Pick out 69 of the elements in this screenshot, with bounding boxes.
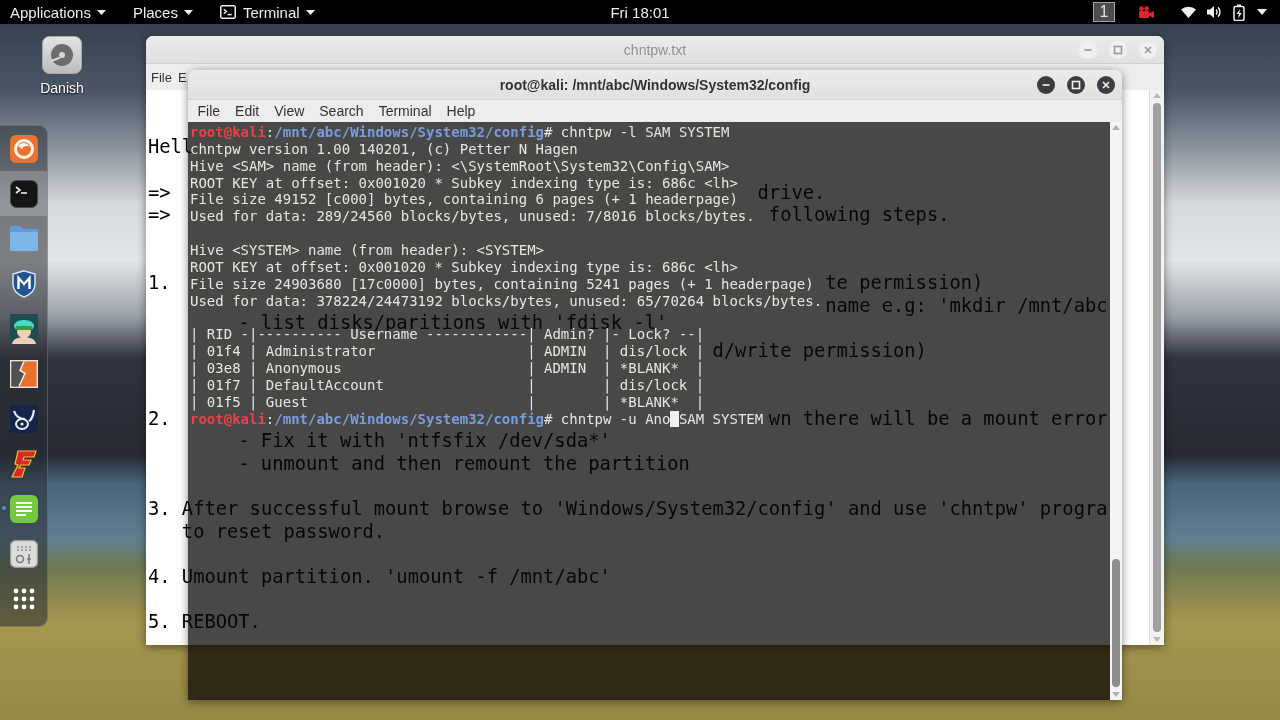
top-bar-menu[interactable]: Places (123, 0, 202, 24)
desktop-icon-label: Danish (40, 80, 84, 96)
terminal-output-line: | 01f5 | Guest | | *BLANK* | (190, 394, 705, 409)
top-bar-menu[interactable]: Applications (1, 0, 115, 24)
terminal-icon (219, 5, 236, 19)
document-text: 2. (148, 410, 171, 426)
document-text: => (148, 207, 171, 223)
dock-item[interactable] (0, 171, 47, 216)
terminal-output-line: File size 49152 [c000] bytes, containing 6 pages (+ 1 headerpage) (190, 192, 738, 207)
caret-icon (96, 9, 106, 15)
maximize-button[interactable] (1067, 75, 1085, 94)
menu-item[interactable]: E (174, 69, 190, 85)
minimize-button[interactable] (1037, 75, 1055, 94)
maximize-icon (1071, 79, 1081, 90)
command-text: SAM SYSTEM (678, 411, 764, 426)
menu-item[interactable]: File (190, 103, 228, 119)
terminal-output-line: ROOT KEY at offset: 0x001020 * Subkey indexing type is: 686c <lh> (190, 175, 738, 190)
caret-icon (183, 9, 193, 15)
terminal-output-line: Used for data: 289/24560 blocks/bytes, unused: 7/8016 blocks/bytes. (190, 209, 755, 224)
maximize-icon (1113, 44, 1123, 55)
menu-item[interactable]: View (266, 103, 312, 119)
battery-icon[interactable] (1233, 3, 1245, 21)
terminal-icon (9, 179, 38, 208)
wifi-icon[interactable] (1181, 6, 1196, 18)
terminal-output-line: chntpw version 1.00 140201, (c) Petter N Hagen (190, 141, 578, 156)
workspace-indicator[interactable]: 1 (1093, 2, 1115, 22)
scrollbar[interactable] (1110, 122, 1122, 700)
hard-drive-icon[interactable] (42, 36, 82, 74)
terminal-output-line: Hive <SYSTEM> name (from header): <SYSTEM> (190, 243, 544, 258)
menu-item[interactable]: Help (439, 103, 483, 119)
volume-icon[interactable] (1206, 5, 1222, 19)
terminal-output-line: | 01f4 | Administrator | ADMIN | dis/lock | (190, 344, 705, 359)
document-text: => (148, 184, 171, 200)
app-grid-icon[interactable] (12, 587, 35, 610)
window-title: chntpw.txt (623, 41, 687, 58)
close-button[interactable] (1097, 75, 1115, 94)
video-camera-icon[interactable] (1138, 5, 1154, 19)
terminal-output-line: File size 24903680 [17c0000] bytes, containing 5241 pages (+ 1 headerpage) (190, 276, 814, 291)
clock[interactable]: Fri 18:01 (610, 3, 670, 21)
prompt-line: root@kali:/mnt/abc/Windows/System32/config# chntpw -u Ano (190, 411, 671, 426)
document-text: wn there will be a mount error (768, 410, 1108, 426)
menu-item[interactable]: File (148, 69, 175, 85)
text-cursor-icon (670, 410, 679, 427)
menu-item[interactable]: Search (311, 103, 372, 119)
document-text: te permission) (825, 275, 984, 291)
top-bar-menu[interactable]: Terminal (210, 0, 324, 24)
terminal-output-line: ROOT KEY at offset: 0x001020 * Subkey indexing type is: 686c <lh> (190, 259, 738, 274)
terminal-output-line: | 01f7 | DefaultAccount | | dis/lock | (190, 378, 705, 393)
menu-item[interactable]: Edit (227, 103, 267, 119)
document-text: drive. (757, 184, 826, 200)
lightning-icon (9, 359, 38, 388)
control-panel-icon (9, 539, 38, 568)
document-text: - Fix it with 'ntfsfix /dev/sda*' (238, 433, 611, 449)
scrollbar-thumb[interactable] (1112, 559, 1120, 687)
document-text: 1. (148, 275, 171, 291)
window-title: root@kali: /mnt/abc/Windows/System32/config (499, 76, 811, 93)
prompt-line: root@kali:/mnt/abc/Windows/System32/config# chntpw -l SAM SYSTEM (190, 124, 730, 139)
close-icon (1101, 79, 1111, 90)
terminal-output-line: | 03e8 | Anonymous | ADMIN | *BLANK* | (190, 361, 705, 376)
bolt-logo-icon (10, 449, 37, 478)
terminal-output-line: Used for data: 378224/24473192 blocks/bytes, unused: 65/70264 blocks/bytes. (190, 293, 823, 308)
menu-item[interactable]: Terminal (371, 103, 440, 119)
caret-icon (305, 9, 315, 15)
scrollbar[interactable] (1149, 90, 1164, 645)
document-text: following steps. (768, 207, 950, 223)
caret-icon[interactable] (1257, 9, 1267, 15)
close-icon (1143, 44, 1153, 55)
terminal-output-line: Hive <SAM> name (from header): <\SystemRoot\System32\Config\SAM> (190, 158, 730, 173)
scrollbar-thumb[interactable] (1153, 103, 1161, 632)
